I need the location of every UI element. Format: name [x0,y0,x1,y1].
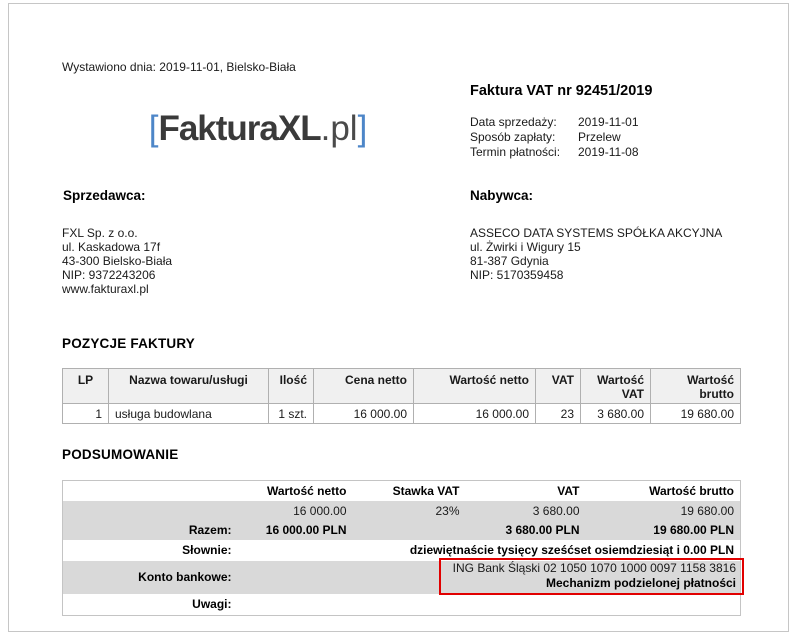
fakturaxl-logo: [FakturaXL.pl] [120,108,396,150]
detail-row-payment-method: Sposób zapłaty: Przelew [470,130,639,145]
summary-header-vat-rate: Stawka VAT [353,481,466,501]
buyer-nip: NIP: 5170359458 [470,268,722,282]
seller-website: www.fakturaxl.pl [62,282,172,296]
invoice-title: Faktura VAT nr 92451/2019 [470,83,652,99]
detail-label: Sposób zapłaty: [470,130,578,145]
summary-section-heading: PODSUMOWANIE [62,447,178,462]
col-header-gross-value: Wartość brutto [651,369,741,404]
col-header-net-price: Cena netto [314,369,414,404]
item-net-value: 16 000.00 [414,404,536,424]
buyer-address-block: ASSECO DATA SYSTEMS SPÓŁKA AKCYJNA ul. Ż… [470,226,722,282]
seller-name: FXL Sp. z o.o. [62,226,172,240]
detail-value: 2019-11-01 [578,115,639,130]
invoice-details: Data sprzedaży: 2019-11-01 Sposób zapłat… [470,115,639,160]
items-section-heading: POZYCJE FAKTURY [62,336,195,351]
seller-city: 43-300 Bielsko-Biała [62,254,172,268]
buyer-street: ul. Żwirki i Wigury 15 [470,240,722,254]
summary-header-gross: Wartość brutto [586,481,741,501]
notes-row: Uwagi: [63,594,741,616]
invoice-items-table: LP Nazwa towaru/usługi Ilość Cena netto … [62,368,741,424]
detail-value: Przelew [578,130,621,145]
detail-row-sale-date: Data sprzedaży: 2019-11-01 [470,115,639,130]
detail-label: Termin płatności: [470,145,578,160]
summary-vat-breakdown-row: 16 000.00 23% 3 680.00 19 680.00 [63,501,741,521]
summary-total-row: Razem: 16 000.00 PLN 3 680.00 PLN 19 680… [63,521,741,540]
total-gross: 19 680.00 PLN [586,521,741,540]
summary-gross-value: 19 680.00 [586,501,741,521]
notes-label: Uwagi: [63,594,238,616]
col-header-lp: LP [63,369,109,404]
seller-address-block: FXL Sp. z o.o. ul. Kaskadowa 17f 43-300 … [62,226,172,296]
summary-header-row: Wartość netto Stawka VAT VAT Wartość bru… [63,481,741,501]
bank-label: Konto bankowe: [63,561,238,594]
split-payment-note: Mechanizm podzielonej płatności [453,576,736,591]
seller-street: ul. Kaskadowa 17f [62,240,172,254]
summary-table: Wartość netto Stawka VAT VAT Wartość bru… [62,480,741,616]
item-vat-value: 3 680.00 [581,404,651,424]
summary-header-empty [63,481,238,501]
item-name: usługa budowlana [109,404,269,424]
item-qty: 1 szt. [269,404,314,424]
seller-nip: NIP: 9372243206 [62,268,172,282]
items-header-row: LP Nazwa towaru/usługi Ilość Cena netto … [63,369,741,404]
total-net: 16 000.00 PLN [238,521,353,540]
summary-vat-value: 3 680.00 [466,501,586,521]
logo-tld-text: .pl [321,109,358,148]
notes-value [238,594,741,616]
col-header-qty: Ilość [269,369,314,404]
col-header-vat: VAT [536,369,581,404]
total-vat: 3 680.00 PLN [466,521,586,540]
col-header-name: Nazwa towaru/usługi [109,369,269,404]
buyer-heading: Nabywca: [470,188,533,203]
detail-row-due-date: Termin płatności: 2019-11-08 [470,145,639,160]
issued-date-line: Wystawiono dnia: 2019-11-01, Bielsko-Bia… [62,60,296,74]
summary-vat-rate-value: 23% [353,501,466,521]
detail-value: 2019-11-08 [578,145,639,160]
logo-bracket-left: [ [149,109,159,148]
item-vat-rate: 23 [536,404,581,424]
summary-net-value: 16 000.00 [238,501,353,521]
bank-account-number: ING Bank Śląski 02 1050 1070 1000 0097 1… [453,561,736,576]
in-words-label: Słownie: [63,540,238,561]
summary-header-net: Wartość netto [238,481,353,501]
logo-bracket-right: ] [358,109,368,148]
bank-value-cell: ING Bank Śląski 02 1050 1070 1000 0097 1… [238,561,741,594]
total-label: Razem: [63,521,238,540]
logo-brand-text: FakturaXL [158,109,320,148]
detail-label: Data sprzedaży: [470,115,578,130]
col-header-vat-value: Wartość VAT [581,369,651,404]
seller-heading: Sprzedawca: [63,188,146,203]
summary-empty-label [63,501,238,521]
bank-account-row: Konto bankowe: ING Bank Śląski 02 1050 1… [63,561,741,594]
item-gross-value: 19 680.00 [651,404,741,424]
table-row: 1 usługa budowlana 1 szt. 16 000.00 16 0… [63,404,741,424]
bank-highlight-box: ING Bank Śląski 02 1050 1070 1000 0097 1… [439,558,744,595]
buyer-city: 81-387 Gdynia [470,254,722,268]
buyer-name: ASSECO DATA SYSTEMS SPÓŁKA AKCYJNA [470,226,722,240]
item-lp: 1 [63,404,109,424]
item-net-price: 16 000.00 [314,404,414,424]
total-rate-empty [353,521,466,540]
col-header-net-value: Wartość netto [414,369,536,404]
summary-header-vat: VAT [466,481,586,501]
